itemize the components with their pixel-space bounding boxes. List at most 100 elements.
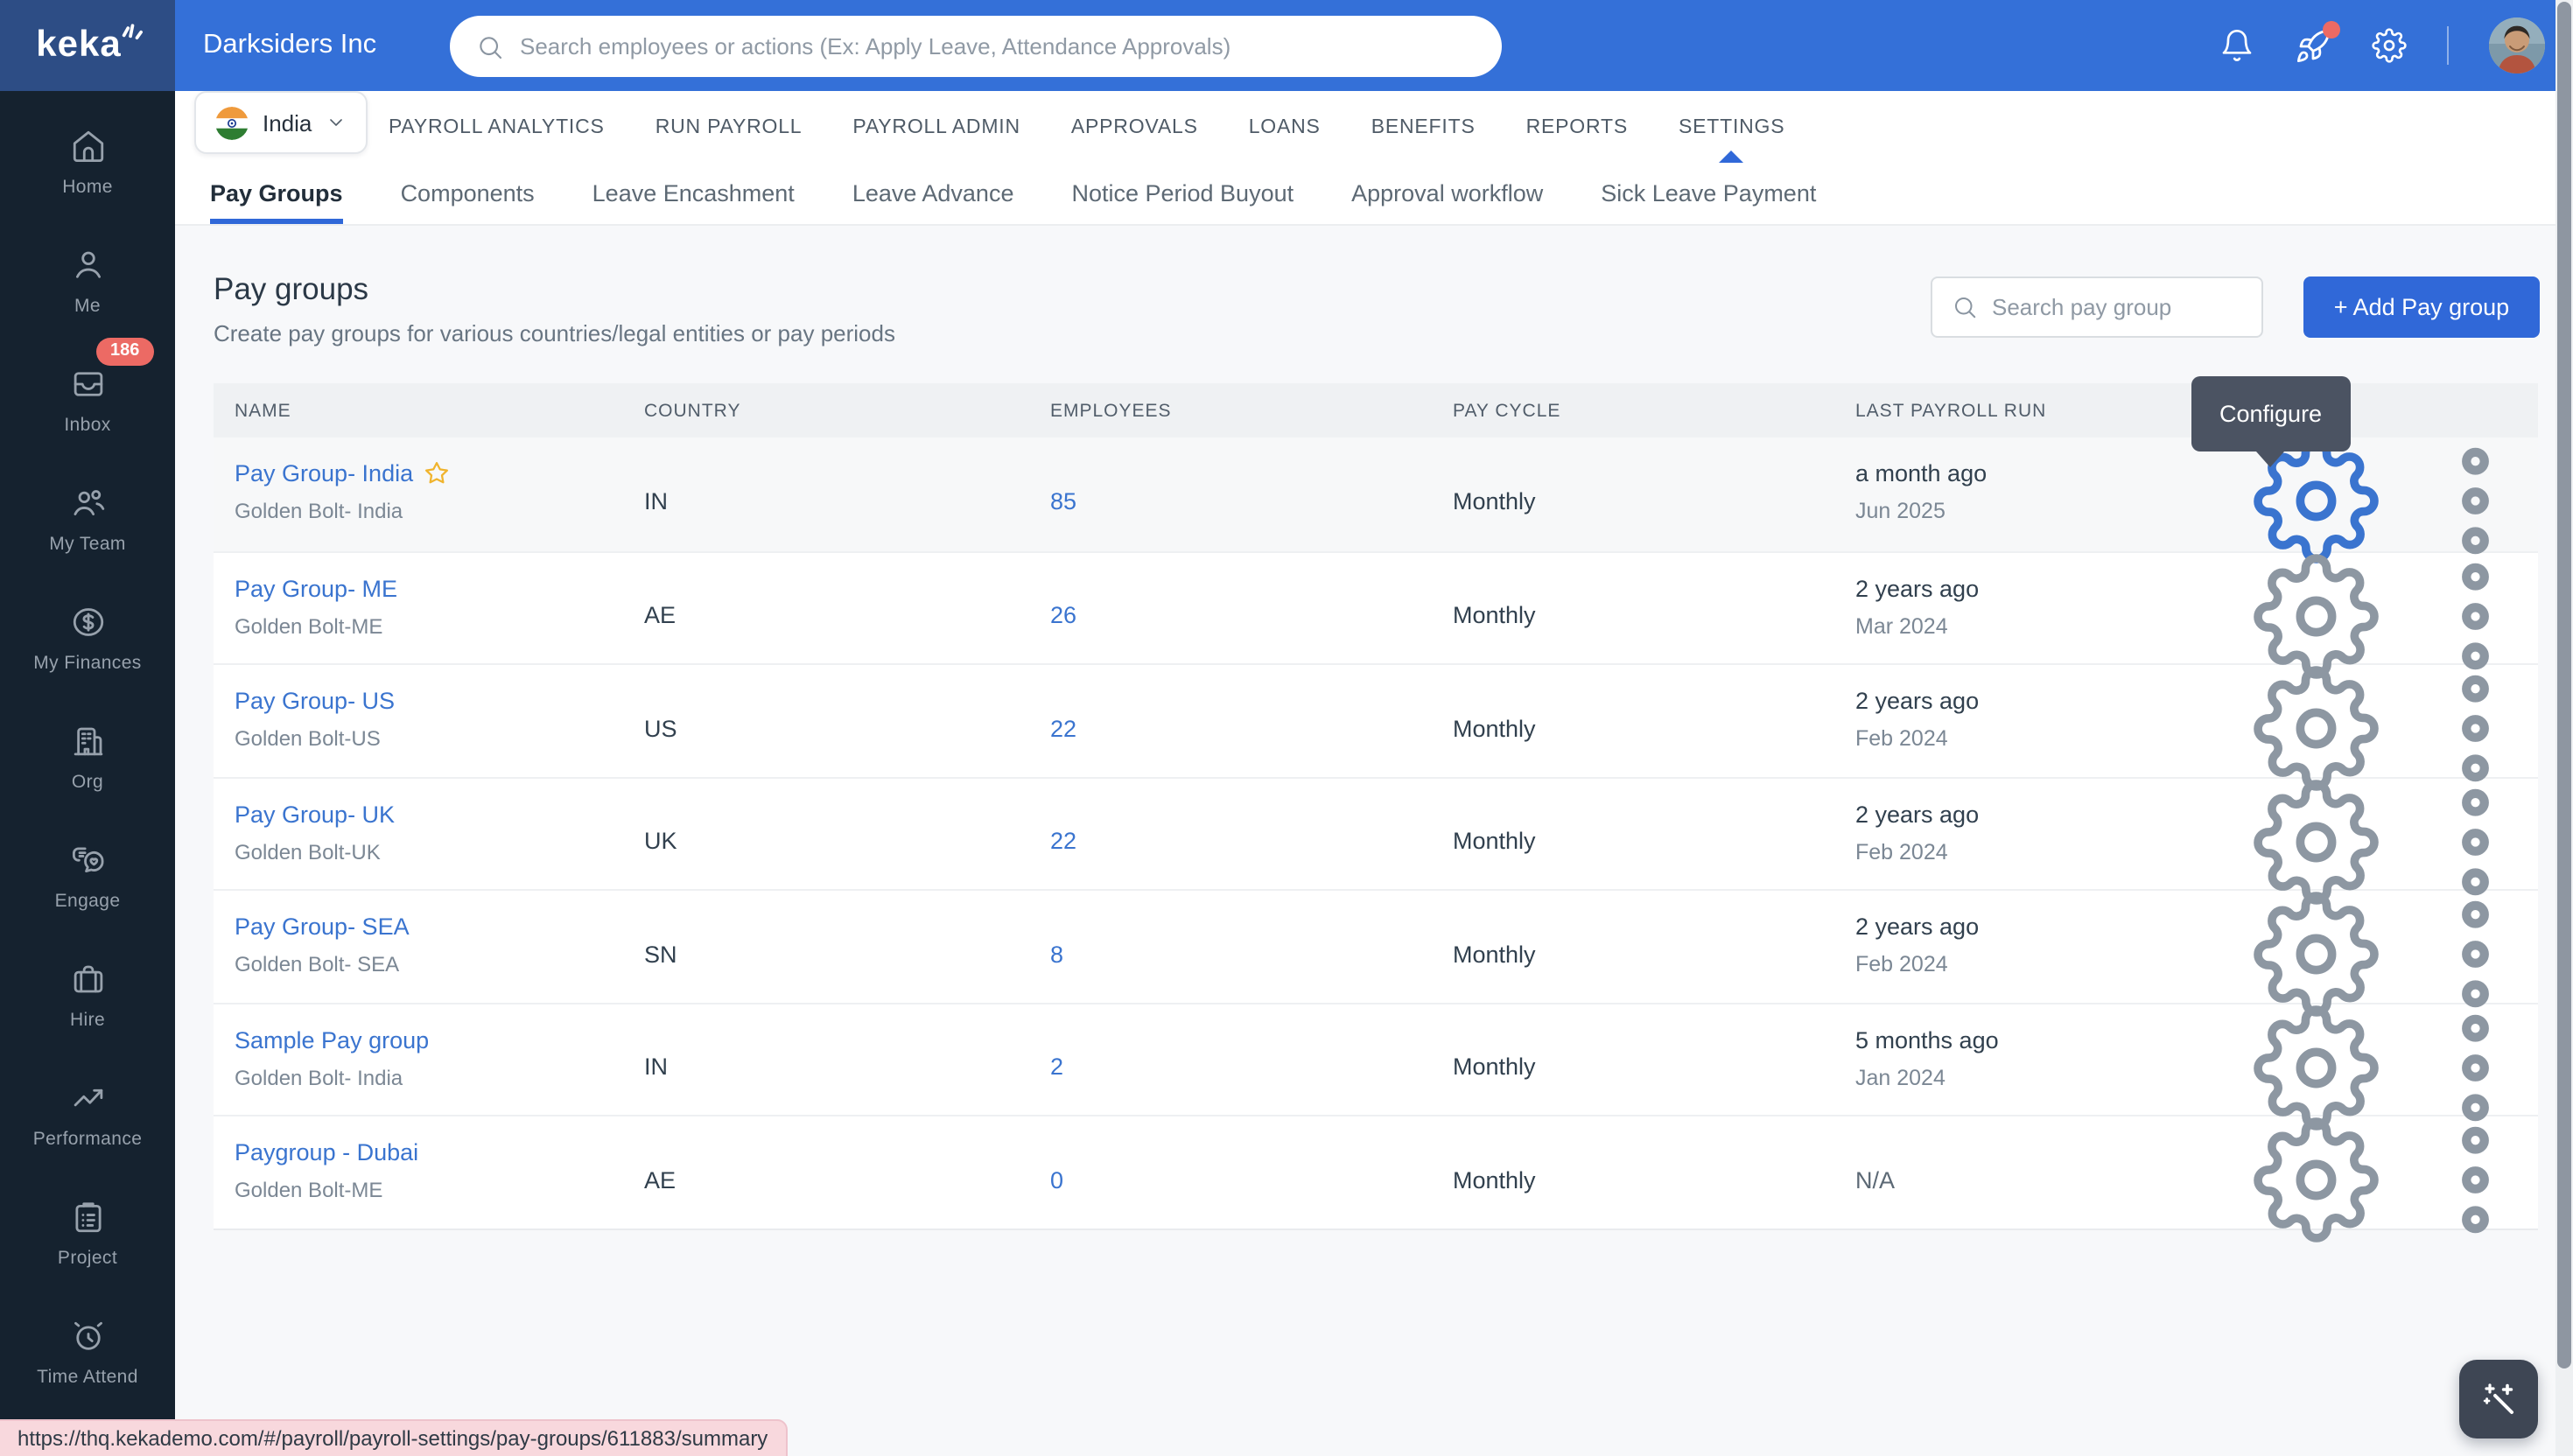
configure-gear-button[interactable] [2253, 552, 2380, 679]
sidebar-item-my-finances[interactable]: My Finances [0, 579, 175, 698]
nav-tab-reports[interactable]: REPORTS [1526, 91, 1628, 163]
legal-entity-label: India [263, 109, 312, 136]
last-run-period: Feb 2024 [1855, 726, 2247, 751]
engage-icon [69, 842, 106, 878]
chevron-down-icon [326, 112, 347, 133]
configure-gear-button[interactable] [2253, 891, 2380, 1018]
employees-count-link[interactable]: 22 [1050, 716, 1076, 742]
row-menu-kebab-button[interactable] [2411, 1004, 2538, 1130]
sidebar-item-my-team[interactable]: My Team [0, 460, 175, 579]
cell-name: Pay Group- UK Golden Bolt-UK [214, 778, 623, 905]
cell-pay-cycle: Monthly [1432, 552, 1834, 679]
row-menu-kebab-button[interactable] [2411, 778, 2538, 905]
nav-tab-settings[interactable]: SETTINGS [1679, 91, 1784, 163]
pay-group-link[interactable]: Pay Group- US [235, 688, 395, 714]
sidebar-item-project[interactable]: Project [0, 1174, 175, 1293]
sidebar-item-me[interactable]: Me [0, 222, 175, 341]
table-row: Pay Group- USGolden Bolt-USUS22Monthly2 … [214, 663, 2538, 776]
subnav-tab-components[interactable]: Components [401, 163, 535, 224]
top-bar: keka Darksiders Inc [0, 0, 2573, 91]
cell-pay-cycle: Monthly [1432, 665, 1834, 792]
nav-tab-payroll-analytics[interactable]: PAYROLL ANALYTICS [389, 91, 605, 163]
page-scrollbar[interactable] [2555, 0, 2573, 1456]
kebab-menu-icon [2411, 891, 2538, 1018]
cell-last-payroll-run: 2 years agoFeb 2024 [1834, 665, 2247, 792]
sidebar-item-org[interactable]: Org [0, 698, 175, 817]
column-header-employees: EMPLOYEES [1029, 400, 1432, 421]
nav-tab-payroll-admin[interactable]: PAYROLL ADMIN [852, 91, 1020, 163]
last-run-relative: 2 years ago [1855, 801, 2247, 827]
scrollbar-thumb[interactable] [2557, 2, 2571, 1368]
rocket-notification-dot [2323, 20, 2340, 38]
pay-group-search[interactable] [1931, 276, 2263, 338]
whats-new-rocket-button[interactable] [2295, 27, 2331, 64]
pay-group-link[interactable]: Pay Group- ME [235, 575, 397, 601]
performance-icon [69, 1080, 106, 1116]
keka-logo[interactable]: keka [0, 0, 175, 91]
legal-entity-name: Golden Bolt-UK [235, 839, 623, 864]
status-url: https://thq.kekademo.com/#/payroll/payro… [18, 1426, 768, 1451]
org-icon [69, 723, 106, 760]
row-menu-kebab-button[interactable] [2411, 891, 2538, 1018]
cell-last-payroll-run: 2 years agoFeb 2024 [1834, 891, 2247, 1018]
user-avatar[interactable] [2489, 18, 2545, 74]
employees-count-link[interactable]: 8 [1050, 942, 1063, 968]
nav-tab-benefits[interactable]: BENEFITS [1371, 91, 1476, 163]
pay-group-link[interactable]: Paygroup - Dubai [235, 1139, 418, 1166]
cell-last-payroll-run: N/A [1834, 1116, 2247, 1243]
nav-tab-loans[interactable]: LOANS [1249, 91, 1321, 163]
row-menu-kebab-button[interactable] [2411, 438, 2538, 564]
cell-name: Pay Group- SEAGolden Bolt- SEA [214, 891, 623, 1018]
table-row: Paygroup - DubaiGolden Bolt-MEAE0Monthly… [214, 1115, 2538, 1228]
employees-count-link[interactable]: 0 [1050, 1167, 1063, 1194]
sidebar-item-hire[interactable]: Hire [0, 936, 175, 1055]
cell-actions [2247, 891, 2538, 1018]
pay-group-link[interactable]: Pay Group- India [235, 460, 413, 486]
sidebar-item-inbox[interactable]: Inbox186 [0, 341, 175, 460]
pay-group-link[interactable]: Pay Group- SEA [235, 914, 410, 940]
gear-icon [2253, 778, 2380, 905]
sidebar-item-home[interactable]: Home [0, 103, 175, 222]
cell-employees: 8 [1029, 891, 1432, 1018]
notifications-bell-icon[interactable] [2219, 28, 2254, 63]
global-search-input[interactable] [520, 33, 1476, 60]
configure-gear-button[interactable] [2253, 665, 2380, 792]
pay-group-search-input[interactable] [1992, 294, 2242, 320]
sidebar-item-time-attend[interactable]: Time Attend [0, 1293, 175, 1412]
configure-gear-button[interactable] [2253, 778, 2380, 905]
cell-employees: 0 [1029, 1116, 1432, 1243]
employees-count-link[interactable]: 2 [1050, 1054, 1063, 1081]
pay-group-link[interactable]: Sample Pay group [235, 1026, 429, 1053]
configure-gear-button[interactable] [2253, 1004, 2380, 1130]
favorite-star-icon[interactable] [424, 460, 450, 486]
cell-pay-cycle: Monthly [1432, 778, 1834, 905]
employees-count-link[interactable]: 22 [1050, 829, 1076, 855]
row-menu-kebab-button[interactable] [2411, 665, 2538, 792]
nav-tab-run-payroll[interactable]: RUN PAYROLL [656, 91, 803, 163]
column-header-country: COUNTRY [623, 400, 1029, 421]
row-menu-kebab-button[interactable] [2411, 1116, 2538, 1243]
magic-assistant-fab[interactable] [2459, 1360, 2538, 1438]
employees-count-link[interactable]: 85 [1050, 488, 1076, 514]
employees-count-link[interactable]: 26 [1050, 603, 1076, 629]
cell-country: US [623, 665, 1029, 792]
subnav-tab-notice-period-buyout[interactable]: Notice Period Buyout [1071, 163, 1294, 224]
pay-group-link[interactable]: Pay Group- UK [235, 801, 395, 827]
legal-entity-selector[interactable]: India [194, 91, 368, 154]
subnav-tab-pay-groups[interactable]: Pay Groups [210, 163, 343, 224]
table-row: Sample Pay groupGolden Bolt- IndiaIN2Mon… [214, 1002, 2538, 1115]
subnav-tab-leave-advance[interactable]: Leave Advance [852, 163, 1014, 224]
settings-gear-icon[interactable] [2372, 28, 2407, 63]
add-pay-group-button[interactable]: + Add Pay group [2303, 276, 2540, 338]
subnav-tab-leave-encashment[interactable]: Leave Encashment [592, 163, 795, 224]
nav-tab-approvals[interactable]: APPROVALS [1071, 91, 1198, 163]
search-icon [476, 32, 504, 60]
sidebar-item-engage[interactable]: Engage [0, 817, 175, 936]
global-search[interactable] [450, 16, 1502, 77]
sidebar-item-performance[interactable]: Performance [0, 1055, 175, 1174]
sidebar-item-label: Engage [55, 891, 121, 912]
row-menu-kebab-button[interactable] [2411, 552, 2538, 679]
subnav-tab-approval-workflow[interactable]: Approval workflow [1351, 163, 1543, 224]
configure-gear-button[interactable] [2253, 1116, 2380, 1243]
subnav-tab-sick-leave-payment[interactable]: Sick Leave Payment [1601, 163, 1816, 224]
